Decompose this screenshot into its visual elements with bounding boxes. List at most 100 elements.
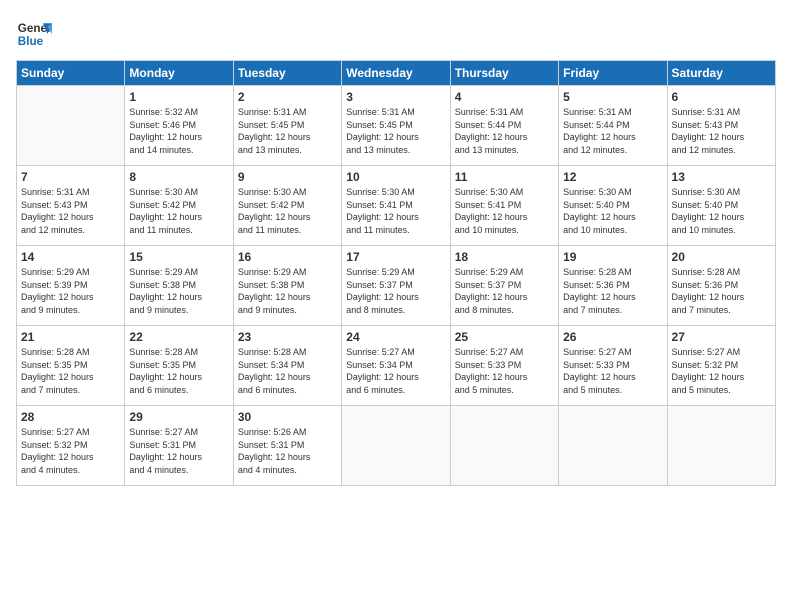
calendar-cell: 6 Sunrise: 5:31 AMSunset: 5:43 PMDaylight… xyxy=(667,86,775,166)
calendar-cell: 22 Sunrise: 5:28 AMSunset: 5:35 PMDayligh… xyxy=(125,326,233,406)
calendar-cell: 30 Sunrise: 5:26 AMSunset: 5:31 PMDayligh… xyxy=(233,406,341,486)
day-info: Sunrise: 5:28 AMSunset: 5:34 PMDaylight:… xyxy=(238,346,337,396)
calendar-cell: 18 Sunrise: 5:29 AMSunset: 5:37 PMDayligh… xyxy=(450,246,558,326)
calendar-week-row: 28 Sunrise: 5:27 AMSunset: 5:32 PMDayligh… xyxy=(17,406,776,486)
day-info: Sunrise: 5:27 AMSunset: 5:31 PMDaylight:… xyxy=(129,426,228,476)
calendar-cell xyxy=(17,86,125,166)
day-info: Sunrise: 5:29 AMSunset: 5:37 PMDaylight:… xyxy=(455,266,554,316)
day-number: 20 xyxy=(672,250,771,264)
day-number: 11 xyxy=(455,170,554,184)
day-number: 7 xyxy=(21,170,120,184)
day-info: Sunrise: 5:29 AMSunset: 5:37 PMDaylight:… xyxy=(346,266,445,316)
day-info: Sunrise: 5:27 AMSunset: 5:33 PMDaylight:… xyxy=(455,346,554,396)
calendar-cell: 16Sunrise: 5:29 AMSunset: 5:38 PMDayligh… xyxy=(233,246,341,326)
calendar-cell: 14 Sunrise: 5:29 AMSunset: 5:39 PMDayligh… xyxy=(17,246,125,326)
day-info: Sunrise: 5:30 AMSunset: 5:41 PMDaylight:… xyxy=(346,186,445,236)
day-number: 1 xyxy=(129,90,228,104)
day-info: Sunrise: 5:26 AMSunset: 5:31 PMDaylight:… xyxy=(238,426,337,476)
svg-text:Blue: Blue xyxy=(18,35,44,48)
day-info: Sunrise: 5:27 AMSunset: 5:33 PMDaylight:… xyxy=(563,346,662,396)
day-info: Sunrise: 5:27 AMSunset: 5:32 PMDaylight:… xyxy=(21,426,120,476)
day-info: Sunrise: 5:31 AMSunset: 5:43 PMDaylight:… xyxy=(21,186,120,236)
day-number: 17 xyxy=(346,250,445,264)
calendar-cell: 24 Sunrise: 5:27 AMSunset: 5:34 PMDayligh… xyxy=(342,326,450,406)
calendar-cell: 29 Sunrise: 5:27 AMSunset: 5:31 PMDayligh… xyxy=(125,406,233,486)
calendar-cell: 3 Sunrise: 5:31 AMSunset: 5:45 PMDaylight… xyxy=(342,86,450,166)
day-info: Sunrise: 5:27 AMSunset: 5:34 PMDaylight:… xyxy=(346,346,445,396)
day-number: 21 xyxy=(21,330,120,344)
day-number: 12 xyxy=(563,170,662,184)
day-info: Sunrise: 5:31 AMSunset: 5:44 PMDaylight:… xyxy=(563,106,662,156)
calendar-cell: 5 Sunrise: 5:31 AMSunset: 5:44 PMDaylight… xyxy=(559,86,667,166)
calendar-cell: 9 Sunrise: 5:30 AMSunset: 5:42 PMDaylight… xyxy=(233,166,341,246)
day-number: 23 xyxy=(238,330,337,344)
day-info: Sunrise: 5:28 AMSunset: 5:35 PMDaylight:… xyxy=(21,346,120,396)
calendar-header-thursday: Thursday xyxy=(450,61,558,86)
calendar-cell: 27Sunrise: 5:27 AMSunset: 5:32 PMDayligh… xyxy=(667,326,775,406)
day-info: Sunrise: 5:32 AMSunset: 5:46 PMDaylight:… xyxy=(129,106,228,156)
calendar-week-row: 14 Sunrise: 5:29 AMSunset: 5:39 PMDayligh… xyxy=(17,246,776,326)
calendar-cell: 7 Sunrise: 5:31 AMSunset: 5:43 PMDaylight… xyxy=(17,166,125,246)
calendar-week-row: 21 Sunrise: 5:28 AMSunset: 5:35 PMDayligh… xyxy=(17,326,776,406)
day-info: Sunrise: 5:28 AMSunset: 5:36 PMDaylight:… xyxy=(563,266,662,316)
logo-icon: General Blue xyxy=(16,16,52,52)
calendar-header-friday: Friday xyxy=(559,61,667,86)
calendar-cell: 2 Sunrise: 5:31 AMSunset: 5:45 PMDaylight… xyxy=(233,86,341,166)
day-number: 3 xyxy=(346,90,445,104)
day-number: 5 xyxy=(563,90,662,104)
day-info: Sunrise: 5:31 AMSunset: 5:43 PMDaylight:… xyxy=(672,106,771,156)
calendar-header-monday: Monday xyxy=(125,61,233,86)
calendar-cell xyxy=(342,406,450,486)
day-number: 14 xyxy=(21,250,120,264)
day-info: Sunrise: 5:28 AMSunset: 5:35 PMDaylight:… xyxy=(129,346,228,396)
day-info: Sunrise: 5:30 AMSunset: 5:42 PMDaylight:… xyxy=(238,186,337,236)
calendar-cell: 10 Sunrise: 5:30 AMSunset: 5:41 PMDayligh… xyxy=(342,166,450,246)
day-info: Sunrise: 5:31 AMSunset: 5:45 PMDaylight:… xyxy=(346,106,445,156)
day-info: Sunrise: 5:31 AMSunset: 5:45 PMDaylight:… xyxy=(238,106,337,156)
calendar-cell xyxy=(450,406,558,486)
day-number: 29 xyxy=(129,410,228,424)
calendar-week-row: 7 Sunrise: 5:31 AMSunset: 5:43 PMDaylight… xyxy=(17,166,776,246)
day-number: 26 xyxy=(563,330,662,344)
day-number: 15 xyxy=(129,250,228,264)
calendar-cell: 28 Sunrise: 5:27 AMSunset: 5:32 PMDayligh… xyxy=(17,406,125,486)
calendar-cell: 17 Sunrise: 5:29 AMSunset: 5:37 PMDayligh… xyxy=(342,246,450,326)
day-number: 2 xyxy=(238,90,337,104)
day-number: 4 xyxy=(455,90,554,104)
calendar-header-tuesday: Tuesday xyxy=(233,61,341,86)
day-info: Sunrise: 5:31 AMSunset: 5:44 PMDaylight:… xyxy=(455,106,554,156)
calendar-cell: 21 Sunrise: 5:28 AMSunset: 5:35 PMDayligh… xyxy=(17,326,125,406)
day-number: 13 xyxy=(672,170,771,184)
calendar-cell: 4 Sunrise: 5:31 AMSunset: 5:44 PMDaylight… xyxy=(450,86,558,166)
day-info: Sunrise: 5:27 AMSunset: 5:32 PMDaylight:… xyxy=(672,346,771,396)
calendar-cell: 12Sunrise: 5:30 AMSunset: 5:40 PMDayligh… xyxy=(559,166,667,246)
day-number: 6 xyxy=(672,90,771,104)
calendar-cell: 20 Sunrise: 5:28 AMSunset: 5:36 PMDayligh… xyxy=(667,246,775,326)
day-info: Sunrise: 5:30 AMSunset: 5:41 PMDaylight:… xyxy=(455,186,554,236)
calendar-cell xyxy=(559,406,667,486)
page-header: General Blue xyxy=(16,16,776,52)
calendar-cell: 11 Sunrise: 5:30 AMSunset: 5:41 PMDayligh… xyxy=(450,166,558,246)
day-number: 9 xyxy=(238,170,337,184)
day-number: 24 xyxy=(346,330,445,344)
calendar-week-row: 1 Sunrise: 5:32 AMSunset: 5:46 PMDaylight… xyxy=(17,86,776,166)
day-number: 30 xyxy=(238,410,337,424)
calendar-cell xyxy=(667,406,775,486)
calendar-cell: 1 Sunrise: 5:32 AMSunset: 5:46 PMDaylight… xyxy=(125,86,233,166)
day-number: 10 xyxy=(346,170,445,184)
day-info: Sunrise: 5:29 AMSunset: 5:38 PMDaylight:… xyxy=(129,266,228,316)
day-number: 22 xyxy=(129,330,228,344)
day-number: 18 xyxy=(455,250,554,264)
day-info: Sunrise: 5:29 AMSunset: 5:38 PMDaylight:… xyxy=(238,266,337,316)
day-info: Sunrise: 5:28 AMSunset: 5:36 PMDaylight:… xyxy=(672,266,771,316)
calendar-cell: 8Sunrise: 5:30 AMSunset: 5:42 PMDaylight… xyxy=(125,166,233,246)
day-info: Sunrise: 5:29 AMSunset: 5:39 PMDaylight:… xyxy=(21,266,120,316)
calendar-cell: 25 Sunrise: 5:27 AMSunset: 5:33 PMDayligh… xyxy=(450,326,558,406)
day-number: 25 xyxy=(455,330,554,344)
day-number: 28 xyxy=(21,410,120,424)
calendar-cell: 19 Sunrise: 5:28 AMSunset: 5:36 PMDayligh… xyxy=(559,246,667,326)
day-number: 8 xyxy=(129,170,228,184)
calendar-body: 1 Sunrise: 5:32 AMSunset: 5:46 PMDaylight… xyxy=(17,86,776,486)
day-number: 19 xyxy=(563,250,662,264)
calendar-header-row: SundayMondayTuesdayWednesdayThursdayFrid… xyxy=(17,61,776,86)
